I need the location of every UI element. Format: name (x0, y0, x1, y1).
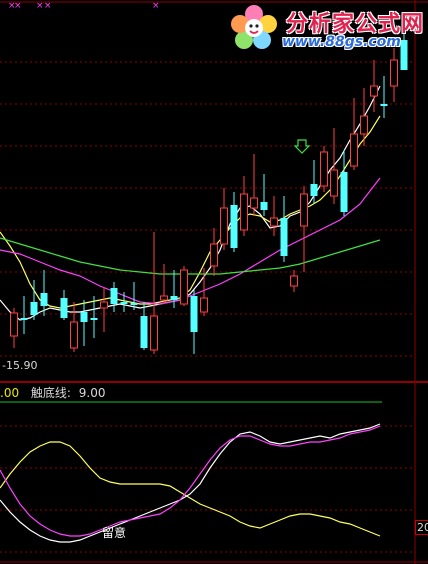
candle-body-22 (240, 193, 248, 231)
candle-body-19 (210, 243, 218, 267)
candle-body-13 (150, 315, 158, 351)
candle-body-5 (70, 321, 78, 349)
candle-body-32 (340, 172, 348, 212)
candle-body-6 (80, 312, 88, 322)
candle-body-20 (220, 207, 228, 245)
indicator-value: 9.00 (78, 386, 106, 400)
ma-line-ma_yellow-1 (0, 115, 381, 309)
candle-body-9 (110, 288, 118, 304)
logo-url: www.88gs.com (282, 34, 401, 50)
candle-body-1 (20, 318, 28, 320)
flower-logo-icon (231, 5, 277, 49)
axis-value-badge: 20 (415, 520, 428, 535)
top-marker-1: × (14, 1, 22, 11)
candle-body-37 (390, 59, 398, 87)
candle-body-17 (190, 296, 198, 332)
candle-body-29 (310, 184, 318, 196)
candle-body-10 (120, 302, 128, 304)
osc-line-ma_yellow-0 (0, 441, 381, 537)
candle-body-14 (160, 295, 168, 301)
indicator-header: .00 触底线: 9.00 (0, 384, 106, 401)
candle-body-15 (170, 296, 178, 300)
top-marker-4: × (152, 1, 160, 11)
candle-body-12 (140, 316, 148, 348)
candle-body-16 (180, 269, 188, 305)
candle-body-8 (100, 301, 108, 309)
candle-body-23 (250, 197, 258, 209)
candle-body-25 (270, 217, 278, 227)
candle-body-18 (200, 297, 208, 313)
candle-body-7 (90, 318, 98, 320)
candle-body-24 (260, 202, 268, 210)
chart-stage: × × × × × 分析家公式网 www.88gs.com -15.90 .00 触底线… (0, 0, 428, 564)
candle-body-0 (10, 312, 18, 337)
top-marker-2: × (36, 1, 44, 11)
candle-body-31 (330, 169, 338, 197)
indicator-name: 触底线: (30, 386, 71, 400)
candle-body-36 (380, 104, 388, 106)
price-low-label: -15.90 (2, 359, 38, 372)
ma-line-ma_white-0 (0, 85, 381, 321)
candle-body-2 (30, 302, 38, 315)
candle-body-27 (290, 275, 298, 287)
candle-body-35 (370, 85, 378, 97)
indicator-tag: .00 (0, 386, 20, 400)
candle-body-34 (360, 115, 368, 135)
candle-body-3 (40, 293, 48, 306)
candle-body-21 (230, 205, 238, 248)
chart-canvas: ×× × × × (0, 0, 428, 564)
candle-body-28 (300, 193, 308, 227)
candle-body-30 (320, 151, 328, 187)
candle-body-33 (350, 133, 358, 167)
candle-body-11 (130, 303, 138, 305)
note-label: 留意 (102, 526, 127, 540)
candle-body-4 (60, 298, 68, 318)
logo: 分析家公式网 www.88gs.com (228, 0, 428, 58)
top-marker-3: × (44, 1, 52, 11)
candle-body-26 (280, 218, 288, 256)
